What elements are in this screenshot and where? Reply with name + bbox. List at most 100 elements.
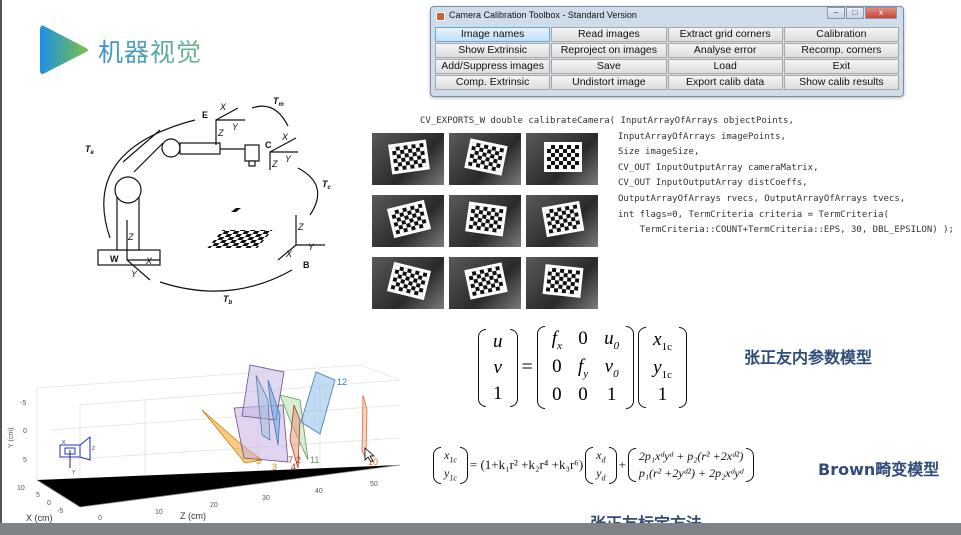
window-title: Camera Calibration Toolbox - Standard Ve… [449, 10, 637, 20]
toolbox-button[interactable]: Add/Suppress images [435, 59, 551, 74]
intrinsic-model-label: 张正友内参数模型 [744, 348, 873, 367]
matrix-entry: 1 [606, 383, 617, 405]
frame-W: W [110, 254, 119, 264]
y-axis-label: Y (cm) [8, 428, 15, 448]
axis-xc: X [281, 132, 289, 142]
camera-axis-label: Z [92, 446, 95, 452]
matrix-entry: v0 [604, 355, 619, 380]
toolbox-button[interactable]: Save [551, 59, 667, 74]
close-button[interactable]: x [865, 7, 897, 19]
x-axis-label: X (cm) [26, 513, 53, 523]
plus-sign: + [618, 457, 626, 473]
toolbox-button[interactable]: Exit [783, 59, 899, 74]
plane-12 [300, 371, 336, 435]
matrix-entry: u0 [604, 328, 620, 352]
matlab-app-icon [436, 12, 445, 21]
maximize-button[interactable]: □ [846, 7, 864, 19]
extrinsic-3d-plot: 12 5 3 7 2 4 11 10 -5 0 5 10 5 0 -5 0 10… [8, 364, 400, 523]
logo-text: 机器视觉 [98, 33, 202, 69]
calibration-photo [526, 257, 598, 309]
calibration-photo [449, 257, 521, 309]
toolbox-button[interactable]: Read images [551, 27, 667, 42]
radial-term: = (1+k₁r² +k₂r⁴ +k₃r⁶) [469, 457, 584, 473]
toolbox-button[interactable]: Show calib results [783, 75, 899, 90]
y-tick: 0 [23, 428, 27, 435]
calibration-photo [449, 133, 521, 185]
bottom-bar [0, 523, 961, 535]
matrix-entry: fx [551, 328, 562, 352]
frame-B: B [303, 260, 310, 270]
matrix-entry: 0 [578, 328, 588, 349]
pixel-vector: uv1 [478, 328, 518, 407]
axis-yb: Y [308, 242, 315, 252]
matrix-entry: 0 [552, 355, 562, 377]
distortion-model-label: Brown畸变模型 [818, 460, 940, 479]
axis-yc: Y [285, 154, 292, 164]
axis-ze: Z [217, 128, 224, 138]
axis-yw: Y [131, 269, 138, 279]
calibration-photo [372, 133, 444, 185]
matrix-entry: fy [577, 355, 589, 380]
z-tick: 40 [315, 488, 323, 495]
toolbox-button[interactable]: Load [667, 59, 783, 74]
axis-xw: X [145, 256, 153, 266]
undistorted-vector: xd yd [585, 447, 617, 484]
y-tick: 5 [23, 457, 27, 464]
x-tick: 0 [47, 500, 51, 507]
toolbox-button[interactable]: Undistort image [551, 75, 667, 90]
toolbox-button[interactable]: Calibration [783, 27, 899, 42]
transform-label-4: Tb [223, 294, 233, 306]
x-tick: -5 [57, 508, 63, 515]
z-tick: 10 [155, 509, 163, 516]
normalized-vector: x1c y1c 1 [638, 326, 687, 409]
toolbox-button[interactable]: Image names [435, 27, 551, 42]
transform-label-1: Te [85, 144, 95, 156]
plane-label: 11 [310, 455, 319, 465]
axis-ye: Y [232, 122, 239, 132]
z-tick: 20 [210, 502, 218, 509]
distortion-equation: x1c y1c = (1+k₁r² +k₂r⁴ +k₃r⁶) xd yd + 2… [433, 447, 754, 484]
plane-label: 12 [337, 377, 347, 387]
transform-label-3: Tc [322, 179, 332, 191]
toolbox-button-grid: Image names Read images Extract grid corne… [435, 27, 899, 90]
calibration-toolbox-window: Camera Calibration Toolbox - Standard Ve… [430, 6, 904, 97]
calibration-photo [449, 195, 521, 247]
plane-label: 4 [291, 462, 296, 472]
z-tick: 30 [262, 495, 270, 502]
camera-axis-label: Y [72, 470, 76, 476]
matrix-entry: 0 [578, 383, 588, 405]
axis-zb: Z [297, 222, 304, 232]
calibration-photo [372, 195, 444, 247]
toolbox-button[interactable]: Reproject on images [551, 43, 667, 58]
x-tick: 5 [36, 492, 40, 499]
z-axis-label: Z (cm) [180, 511, 206, 521]
tangential-term: 2p₁xᵈyᵈ + p₂(r² +2xᵈ²) p₁(r² +2yᵈ²) + 2p… [627, 448, 755, 483]
calibration-photo [372, 257, 444, 309]
calibration-photo [526, 133, 598, 185]
calibration-photo [526, 195, 598, 247]
intrinsic-equation: uv1 = fx 0 u0 0 fy v0 0 0 1 x1c y1c 1 [478, 326, 687, 410]
code-line: CV_EXPORTS_W double calibrateCamera( Inp… [420, 116, 794, 126]
transform-label-2: Tm [273, 96, 285, 108]
axis-xb: X [285, 249, 293, 259]
toolbox-button[interactable]: Recomp. corners [783, 43, 899, 58]
logo-play-icon [40, 25, 88, 74]
minimize-button[interactable]: – [827, 7, 845, 19]
toolbox-button[interactable]: Comp. Extrinsic [435, 75, 551, 90]
frame-E: E [202, 110, 208, 120]
toolbox-button[interactable]: Analyse error [667, 43, 783, 58]
matrix-entry: 0 [552, 383, 562, 405]
plane-label: 3 [272, 462, 277, 472]
distorted-vector: x1c y1c [433, 447, 468, 484]
toolbox-button[interactable]: Export calib data [667, 75, 783, 90]
plane-label: 5 [256, 456, 261, 466]
toolbox-button[interactable]: Show Extrinsic [435, 43, 551, 58]
y-tick: -5 [20, 400, 26, 407]
x-tick: 10 [17, 485, 25, 492]
axis-xe: X [219, 102, 227, 112]
z-tick: 50 [370, 481, 378, 488]
frame-C: C [265, 140, 272, 150]
axis-zw: Z [127, 232, 134, 242]
hand-eye-diagram: E C W B X Y Z X Y Z Z Y X Z Y X Te Tm Tc… [85, 96, 332, 306]
toolbox-button[interactable]: Extract grid corners [667, 27, 783, 42]
